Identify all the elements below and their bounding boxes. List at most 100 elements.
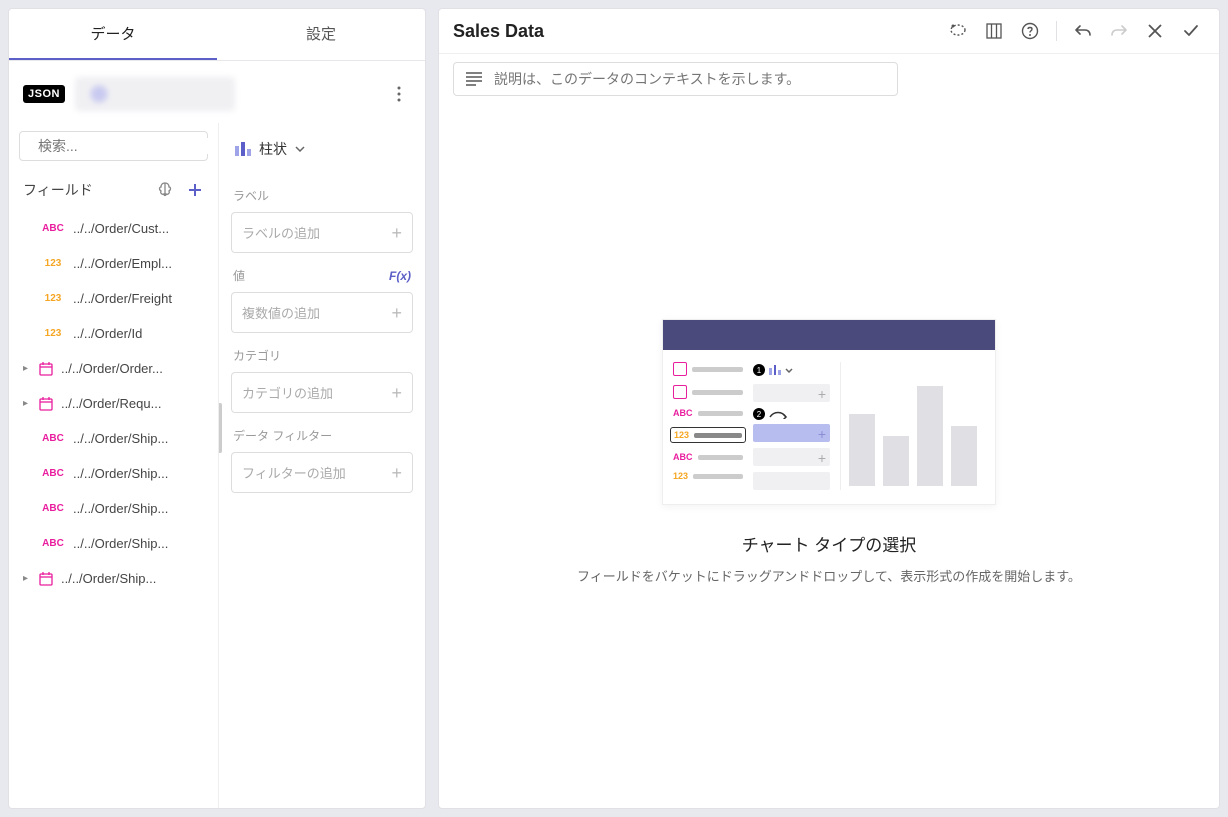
chart-canvas: ABC 123 ABC 123 1 + 2 + — [439, 96, 1219, 808]
date-type-icon — [39, 572, 55, 586]
page-title[interactable]: Sales Data — [453, 21, 936, 42]
lasso-tool-button[interactable] — [944, 17, 972, 45]
field-item[interactable]: 123 ../../Order/Empl... — [19, 246, 208, 281]
expand-caret-icon[interactable]: ▸ — [23, 398, 33, 409]
tabs: データ 設定 — [9, 9, 425, 61]
fields-column: フィールド ABC ../../Order/Cust... 123 ../../Ord… — [9, 123, 219, 808]
category-placeholder: カテゴリの追加 — [242, 383, 333, 402]
field-item[interactable]: 123 ../../Order/Id — [19, 316, 208, 351]
add-field-button[interactable] — [184, 179, 206, 201]
number-type-icon: 123 — [39, 258, 67, 269]
field-item[interactable]: ABC ../../Order/Ship... — [19, 421, 208, 456]
field-label: ../../Order/Order... — [61, 361, 163, 376]
plus-icon: + — [391, 384, 402, 402]
label-placeholder: ラベルの追加 — [242, 223, 320, 242]
field-item[interactable]: ABC ../../Order/Ship... — [19, 456, 208, 491]
field-item[interactable]: ▸ ../../Order/Order... — [19, 351, 208, 386]
field-list: ABC ../../Order/Cust... 123 ../../Order/Emp… — [19, 211, 208, 808]
field-item[interactable]: ABC ../../Order/Cust... — [19, 211, 208, 246]
field-label: ../../Order/Cust... — [73, 221, 169, 236]
filter-placeholder: フィルターの追加 — [242, 463, 346, 482]
expand-caret-icon[interactable]: ▸ — [23, 573, 33, 584]
more-menu-button[interactable] — [387, 82, 411, 106]
lasso-icon — [949, 22, 967, 40]
plus-icon: + — [391, 464, 402, 482]
category-drop-zone[interactable]: カテゴリの追加 + — [231, 372, 413, 413]
left-panel: データ 設定 JSON フィールド — [8, 8, 426, 809]
check-icon — [1182, 22, 1200, 40]
divider — [1056, 21, 1057, 41]
value-drop-zone[interactable]: 複数値の追加 + — [231, 292, 413, 333]
empty-title: チャート タイプの選択 — [742, 531, 917, 556]
bar-chart-icon — [235, 142, 251, 156]
right-header: Sales Data — [439, 9, 1219, 54]
text-type-icon: ABC — [39, 538, 67, 549]
text-type-icon: ABC — [39, 223, 67, 234]
scrollbar-indicator[interactable] — [219, 403, 222, 453]
empty-illustration: ABC 123 ABC 123 1 + 2 + — [662, 319, 996, 505]
confirm-button[interactable] — [1177, 17, 1205, 45]
grid-button[interactable] — [980, 17, 1008, 45]
field-label: ../../Order/Ship... — [73, 431, 168, 446]
filter-section-title: データ フィルター — [231, 413, 413, 452]
help-icon — [1021, 22, 1039, 40]
field-item[interactable]: ABC../../Order/Ship... — [19, 491, 208, 526]
grid-icon — [986, 23, 1002, 39]
field-label: ../../Order/Freight — [73, 291, 172, 306]
redo-icon — [1110, 22, 1128, 40]
datasource-name-blurred — [75, 77, 235, 111]
brain-icon-button[interactable] — [154, 179, 176, 201]
tab-settings[interactable]: 設定 — [217, 9, 425, 60]
filter-drop-zone[interactable]: フィルターの追加 + — [231, 452, 413, 493]
date-type-icon — [39, 397, 55, 411]
number-type-icon: 123 — [39, 328, 67, 339]
field-label: ../../Order/Empl... — [73, 256, 172, 271]
field-label: ../../Order/Requ... — [61, 396, 161, 411]
empty-subtitle: フィールドをバケットにドラッグアンドドロップして、表示形式の作成を開始します。 — [577, 566, 1081, 585]
label-section-title: ラベル — [231, 173, 413, 212]
date-type-icon — [39, 362, 55, 376]
undo-button[interactable] — [1069, 17, 1097, 45]
category-section-title: カテゴリ — [231, 333, 413, 372]
search-input[interactable] — [38, 138, 219, 154]
expand-caret-icon[interactable]: ▸ — [23, 363, 33, 374]
more-vertical-icon — [397, 86, 401, 102]
field-item[interactable]: 123 ../../Order/Freight — [19, 281, 208, 316]
field-label: ../../Order/Id — [73, 326, 142, 341]
plus-icon: + — [391, 224, 402, 242]
field-label: ../../Order/Ship... — [61, 571, 156, 586]
help-button[interactable] — [1016, 17, 1044, 45]
value-placeholder: 複数値の追加 — [242, 303, 320, 322]
redo-button[interactable] — [1105, 17, 1133, 45]
field-label: ../../Order/Ship... — [73, 466, 168, 481]
text-type-icon: ABC — [39, 468, 67, 479]
brain-icon — [156, 181, 174, 199]
label-drop-zone[interactable]: ラベルの追加 + — [231, 212, 413, 253]
config-column: 柱状 ラベル ラベルの追加 + 値 F(x) 複数値の追加 + カテゴリ — [219, 123, 425, 808]
chevron-down-icon — [295, 146, 305, 152]
plus-icon: + — [391, 304, 402, 322]
number-type-icon: 123 — [39, 293, 67, 304]
fields-title: フィールド — [23, 180, 146, 200]
chart-type-selector[interactable]: 柱状 — [231, 133, 413, 173]
undo-icon — [1074, 22, 1092, 40]
plus-icon — [186, 181, 204, 199]
field-item[interactable]: ▸ ../../Order/Requ... — [19, 386, 208, 421]
description-input[interactable] — [494, 71, 885, 87]
close-button[interactable] — [1141, 17, 1169, 45]
value-section-title: 値 F(x) — [231, 253, 413, 292]
chart-type-label: 柱状 — [259, 139, 287, 159]
field-label: ../../Order/Ship... — [73, 536, 168, 551]
close-icon — [1147, 23, 1163, 39]
right-panel: Sales Data ABC — [438, 8, 1220, 809]
field-label: ../../Order/Ship... — [73, 501, 168, 516]
field-item[interactable]: ABC ../../Order/Ship... — [19, 526, 208, 561]
json-badge: JSON — [23, 85, 65, 103]
description-field[interactable] — [453, 62, 898, 96]
text-type-icon: ABC — [39, 433, 67, 444]
description-icon — [466, 72, 482, 86]
field-item[interactable]: ▸ ../../Order/Ship... — [19, 561, 208, 596]
search-box[interactable] — [19, 131, 208, 161]
tab-data[interactable]: データ — [9, 9, 217, 60]
fx-button[interactable]: F(x) — [389, 269, 411, 283]
